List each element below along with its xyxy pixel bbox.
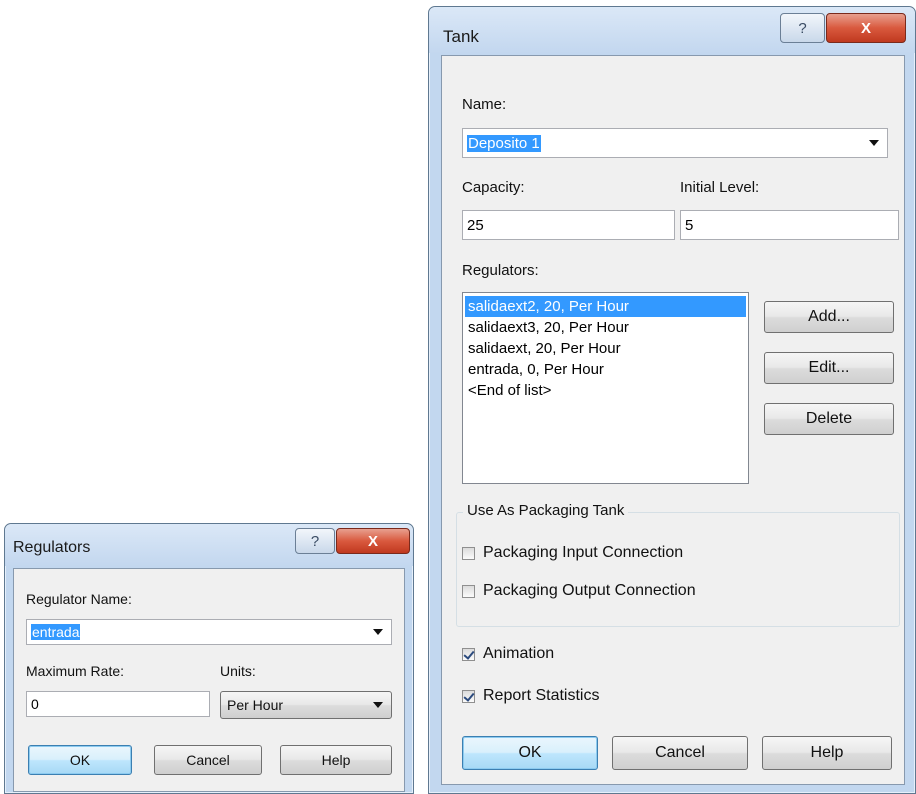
animation-checkbox[interactable]: Animation (462, 645, 554, 663)
cancel-button[interactable]: Cancel (612, 736, 748, 770)
help-icon[interactable]: ? (295, 528, 335, 554)
regulator-name-combobox[interactable]: entrada (26, 619, 392, 645)
checkbox-checked-icon[interactable] (462, 689, 475, 703)
chevron-down-icon[interactable] (373, 629, 383, 635)
chevron-down-icon[interactable] (869, 140, 879, 146)
tank-client-area: Name: Deposito 1 Capacity: 25 Initial Le… (441, 55, 905, 785)
packaging-input-label: Packaging Input Connection (483, 544, 684, 561)
regulators-titlebar[interactable]: Regulators ? X (5, 524, 413, 566)
units-value: Per Hour (227, 697, 284, 713)
tank-name-value: Deposito 1 (467, 134, 541, 152)
regulators-listbox[interactable]: salidaext2, 20, Per Hour salidaext3, 20,… (462, 292, 749, 484)
tank-name-combobox[interactable]: Deposito 1 (462, 128, 888, 158)
capacity-input[interactable]: 25 (462, 210, 675, 240)
checkbox-unchecked-icon[interactable] (462, 584, 475, 598)
units-select[interactable]: Per Hour (220, 691, 392, 719)
regulator-name-value: entrada (31, 624, 81, 640)
regulators-title: Regulators (13, 539, 91, 556)
regulators-dialog: Regulators ? X Regulator Name: entrada M… (4, 523, 414, 794)
report-statistics-checkbox[interactable]: Report Statistics (462, 687, 599, 705)
animation-label: Animation (483, 645, 555, 662)
packaging-input-checkbox[interactable]: Packaging Input Connection (462, 544, 683, 562)
report-statistics-label: Report Statistics (483, 687, 600, 704)
edit-button[interactable]: Edit... (764, 352, 894, 384)
tank-title: Tank (443, 27, 479, 46)
checkbox-checked-icon[interactable] (462, 647, 475, 661)
capacity-label: Capacity: (462, 179, 525, 196)
packaging-output-label: Packaging Output Connection (483, 582, 696, 599)
list-item[interactable]: salidaext, 20, Per Hour (465, 338, 746, 359)
add-button[interactable]: Add... (764, 301, 894, 333)
close-icon[interactable]: X (336, 528, 410, 554)
regulator-name-label: Regulator Name: (26, 591, 132, 607)
list-item[interactable]: entrada, 0, Per Hour (465, 359, 746, 380)
list-item[interactable]: salidaext2, 20, Per Hour (465, 296, 746, 317)
help-icon[interactable]: ? (780, 13, 825, 43)
checkbox-unchecked-icon[interactable] (462, 546, 475, 560)
help-button[interactable]: Help (762, 736, 892, 770)
regulators-client-area: Regulator Name: entrada Maximum Rate: Un… (13, 568, 405, 792)
close-icon[interactable]: X (826, 13, 906, 43)
packaging-group-label: Use As Packaging Tank (463, 502, 629, 519)
chevron-down-icon[interactable] (373, 702, 383, 708)
help-button[interactable]: Help (280, 745, 392, 775)
tank-dialog: Tank ? X Name: Deposito 1 Capacity: 25 I… (428, 6, 916, 794)
list-item[interactable]: salidaext3, 20, Per Hour (465, 317, 746, 338)
max-rate-input[interactable]: 0 (26, 691, 210, 717)
packaging-output-checkbox[interactable]: Packaging Output Connection (462, 582, 696, 600)
cancel-button[interactable]: Cancel (154, 745, 262, 775)
list-item[interactable]: <End of list> (465, 380, 746, 401)
regulators-label: Regulators: (462, 262, 539, 279)
ok-button[interactable]: OK (28, 745, 132, 775)
units-label: Units: (220, 663, 256, 679)
max-rate-label: Maximum Rate: (26, 663, 125, 679)
initial-level-input[interactable]: 5 (680, 210, 899, 240)
delete-button[interactable]: Delete (764, 403, 894, 435)
tank-titlebar[interactable]: Tank ? X (429, 7, 915, 53)
initial-level-label: Initial Level: (680, 179, 760, 196)
packaging-group: Use As Packaging Tank (456, 502, 900, 627)
name-label: Name: (462, 96, 507, 113)
ok-button[interactable]: OK (462, 736, 598, 770)
